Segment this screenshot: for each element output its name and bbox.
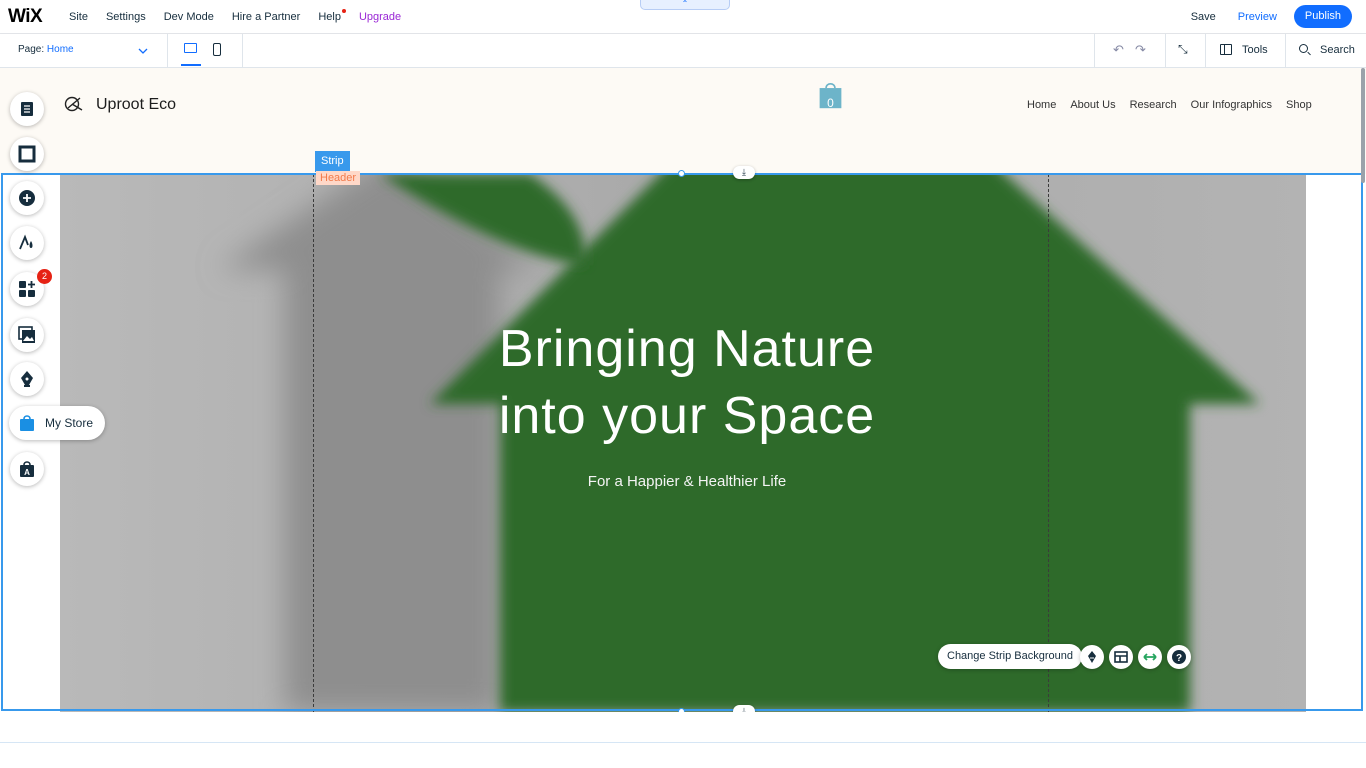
animation-icon <box>1088 651 1096 663</box>
zoom-out-button[interactable]: ⤡ <box>1165 34 1206 67</box>
next-section[interactable] <box>0 712 1366 743</box>
menu-upgrade[interactable]: Upgrade <box>359 11 401 23</box>
undo-icon[interactable]: ↶ <box>1113 42 1124 58</box>
store-bag-icon <box>20 415 34 431</box>
site-navigation: Home About Us Research Our Infographics … <box>1020 99 1319 111</box>
redo-icon[interactable]: ↷ <box>1135 42 1146 58</box>
nav-shop[interactable]: Shop <box>1286 99 1312 111</box>
desktop-active-indicator <box>181 64 201 66</box>
editor-secondary-bar: Page: Home ↶ ↷ ⤡ Tools Search <box>0 34 1366 68</box>
apps-grid-icon <box>19 281 35 297</box>
tools-icon <box>1220 44 1232 55</box>
blog-button[interactable] <box>10 362 44 396</box>
menu-dev-mode[interactable]: Dev Mode <box>164 11 214 23</box>
device-switcher <box>168 34 243 67</box>
collapse-topbar-button[interactable]: ⌃ <box>640 0 730 10</box>
help-icon: ? <box>1172 650 1186 664</box>
theme-button[interactable] <box>10 226 44 260</box>
app-market-icon: A <box>20 461 34 477</box>
svg-text:A: A <box>24 468 30 477</box>
site-header[interactable]: Uproot Eco 0 Home About Us Research Our … <box>0 68 1366 174</box>
header-label-tag[interactable]: Header <box>316 171 361 185</box>
save-button[interactable]: Save <box>1191 11 1216 23</box>
nav-our-infographics[interactable]: Our Infographics <box>1191 99 1272 111</box>
canvas-scrollbar[interactable] <box>1361 68 1365 183</box>
search-icon <box>1299 44 1308 53</box>
strip-top-resize-handle[interactable] <box>678 170 685 177</box>
app-market-button[interactable]: A <box>10 452 44 486</box>
site-brand-name[interactable]: Uproot Eco <box>96 96 176 114</box>
change-strip-background-button[interactable]: Change Strip Background <box>938 644 1082 669</box>
search-button[interactable]: Search <box>1286 34 1366 67</box>
pen-nib-icon <box>21 371 33 387</box>
editor-canvas[interactable]: Uproot Eco 0 Home About Us Research Our … <box>0 68 1366 768</box>
my-store-button[interactable]: My Store <box>9 406 105 440</box>
menu-site[interactable]: Site <box>69 11 88 23</box>
add-elements-button[interactable] <box>10 181 44 215</box>
cart-count: 0 <box>827 96 834 110</box>
tools-label: Tools <box>1242 44 1268 56</box>
mobile-view-icon[interactable] <box>213 43 221 56</box>
media-button[interactable] <box>10 318 44 352</box>
my-store-label: My Store <box>45 416 94 430</box>
search-label: Search <box>1320 44 1355 56</box>
nav-home[interactable]: Home <box>1027 99 1056 111</box>
desktop-view-icon[interactable] <box>184 43 197 53</box>
page-selector[interactable]: Page: Home <box>0 34 168 67</box>
strip-help-button[interactable]: ? <box>1167 645 1191 669</box>
strip-animation-button[interactable] <box>1080 645 1104 669</box>
layout-guide-left <box>313 174 314 712</box>
nav-research[interactable]: Research <box>1130 99 1177 111</box>
hero-title-line-2: into your Space <box>498 387 876 445</box>
menu-hire-partner[interactable]: Hire a Partner <box>232 11 300 23</box>
strip-top-stretch-icon[interactable]: ⤓ <box>733 166 755 179</box>
strip-label-tag[interactable]: Strip <box>315 151 350 172</box>
apps-notification-badge: 2 <box>37 269 52 284</box>
notification-dot-icon <box>341 8 346 13</box>
pages-menu-button[interactable] <box>10 92 44 126</box>
design-frame-icon <box>18 145 36 163</box>
layout-guide-right <box>1048 174 1049 712</box>
undo-redo-group: ↶ ↷ <box>1094 34 1166 67</box>
font-color-icon <box>19 234 33 250</box>
stretch-arrows-icon <box>1143 653 1157 661</box>
preview-button[interactable]: Preview <box>1238 11 1277 23</box>
media-gallery-icon <box>18 326 35 343</box>
strip-layout-button[interactable] <box>1109 645 1133 669</box>
page-label: Page: <box>18 44 45 55</box>
page-selector-label: Page: Home <box>18 44 74 55</box>
zoom-out-icon: ⤡ <box>1178 42 1188 56</box>
menu-help[interactable]: Help <box>318 8 346 23</box>
chevron-down-icon <box>138 48 148 54</box>
menu-settings[interactable]: Settings <box>106 11 146 23</box>
top-right-actions: Save Preview Publish <box>1191 0 1352 33</box>
svg-text:?: ? <box>1176 653 1182 664</box>
hero-subtitle[interactable]: For a Happier & Healthier Life <box>430 473 944 490</box>
publish-button[interactable]: Publish <box>1293 5 1352 28</box>
nav-about-us[interactable]: About Us <box>1070 99 1115 111</box>
menu-help-label: Help <box>318 10 341 23</box>
leaf-logo-icon <box>64 96 83 112</box>
hero-title[interactable]: Bringing Nature into your Space <box>430 316 944 450</box>
layout-icon <box>1114 651 1128 663</box>
wix-logo[interactable]: WiX <box>8 6 43 28</box>
editor-top-bar: WiX Site Settings Dev Mode Hire a Partne… <box>0 0 1366 34</box>
tools-button[interactable]: Tools <box>1206 34 1286 67</box>
hero-title-line-1: Bringing Nature <box>498 320 876 378</box>
strip-stretch-button[interactable] <box>1138 645 1162 669</box>
site-design-button[interactable] <box>10 137 44 171</box>
page-value: Home <box>46 44 74 55</box>
plus-circle-icon <box>19 190 35 206</box>
pages-icon <box>21 102 33 116</box>
top-menu: Site Settings Dev Mode Hire a Partner He… <box>60 0 410 33</box>
